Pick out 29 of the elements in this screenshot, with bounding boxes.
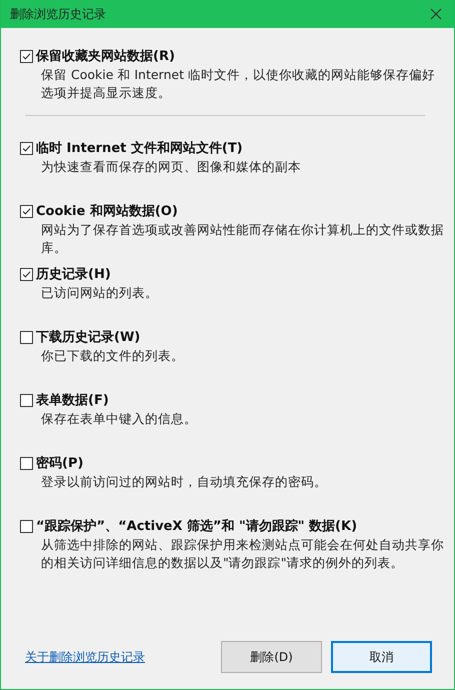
checkbox-label[interactable]: 表单数据(F) [36, 391, 109, 409]
checkbox-label[interactable]: 下载历史记录(W) [36, 328, 140, 346]
option-description: 登录以前访问过的网站时，自动填充保存的密码。 [40, 473, 328, 491]
help-link[interactable]: 关于删除浏览历史记录 [25, 648, 145, 666]
option-description: 已访问网站的列表。 [40, 284, 159, 302]
option-description: 从筛选中排除的网站、跟踪保护用来检测站点可能会在何处自动共享你的相关访问详细信息的数据以及"请勿跟踪"请求的例外的列表。 [40, 536, 445, 572]
close-icon[interactable] [430, 8, 442, 20]
option-description: 网站为了保存首选项或改善网站性能而存储在你计算机上的文件或数据库。 [40, 221, 445, 257]
checkbox[interactable] [20, 330, 33, 344]
delete-button[interactable]: 删除(D) [221, 641, 322, 673]
option-description: 保留 Cookie 和 Internet 临时文件，以使你收藏的网站能够保存偏好选项并提高显示速度。 [40, 66, 436, 102]
cancel-button[interactable]: 取消 [331, 641, 432, 673]
checkbox[interactable] [20, 50, 33, 62]
checkbox[interactable] [20, 520, 33, 532]
checkbox-label[interactable]: 临时 Internet 文件和网站文件(T) [36, 139, 243, 157]
checkbox[interactable] [20, 394, 33, 406]
checkbox[interactable] [20, 142, 33, 154]
window-title: 删除浏览历史记录 [10, 6, 106, 22]
option-description: 为快速查看而保存的网页、图像和媒体的副本 [40, 158, 302, 176]
option-description: 保存在表单中键入的信息。 [40, 410, 198, 428]
checkbox[interactable] [20, 268, 33, 280]
checkbox-label[interactable]: Cookie 和网站数据(O) [36, 202, 178, 220]
checkbox-label[interactable]: 密码(P) [36, 454, 84, 472]
checkbox[interactable] [20, 204, 33, 218]
checkbox-label[interactable]: 历史记录(H) [36, 265, 111, 283]
checkbox-label[interactable]: “跟踪保护”、“ActiveX 筛选”和 "请勿跟踪" 数据(K) [36, 517, 358, 535]
checkbox[interactable] [20, 456, 33, 470]
checkbox-label[interactable]: 保留收藏夹网站数据(R) [36, 47, 175, 65]
option-description: 你已下载的文件的列表。 [40, 347, 185, 365]
